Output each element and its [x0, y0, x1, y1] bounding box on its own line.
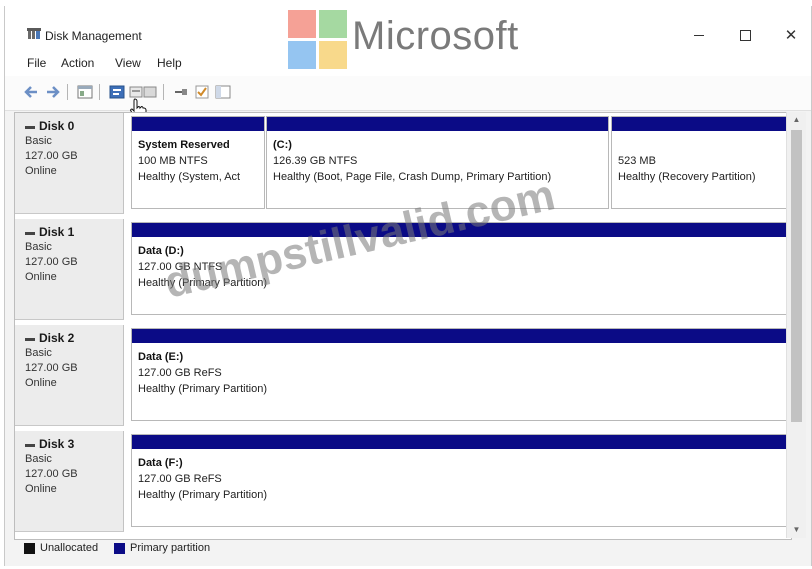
toolbar-separator [67, 84, 68, 100]
partition-name: Data (F:) [138, 457, 183, 469]
close-button[interactable]: ✕ [771, 20, 811, 50]
maximize-button[interactable] [725, 20, 765, 50]
disk-management-app-icon [27, 28, 41, 39]
disk-status: Online [25, 483, 57, 495]
partition-detail: 100 MB NTFS [138, 155, 208, 167]
partition-detail: 126.39 GB NTFS [273, 155, 358, 167]
partition-health: Healthy (Primary Partition) [138, 383, 267, 395]
menu-file[interactable]: File [27, 56, 46, 70]
scroll-up-icon[interactable]: ▲ [790, 114, 803, 126]
disk-status: Online [25, 377, 57, 389]
partition-detail: 523 MB [618, 155, 656, 167]
disk-size: 127.00 GB [25, 150, 78, 162]
disk-icon [25, 338, 35, 341]
toolbar-separator [99, 84, 100, 100]
unallocated-swatch [24, 543, 35, 554]
disk-size: 127.00 GB [25, 256, 78, 268]
maximize-icon [739, 29, 751, 41]
disk-icon [25, 232, 35, 235]
properties-icon[interactable] [109, 85, 125, 99]
partition-detail: 127.00 GB ReFS [138, 367, 222, 379]
disk-type: Basic [25, 347, 52, 359]
disk-size: 127.00 GB [25, 468, 78, 480]
menu-action[interactable]: Action [61, 56, 94, 70]
partition-health: Healthy (System, Act [138, 171, 241, 183]
check-icon[interactable] [195, 85, 209, 99]
disk-label[interactable]: Disk 2 Basic 127.00 GB Online [15, 325, 124, 426]
microsoft-watermark-text: Microsoft [352, 14, 519, 58]
partition-bar [267, 117, 608, 131]
primary-partition-swatch [114, 543, 125, 554]
menu-help[interactable]: Help [157, 56, 182, 70]
disk-status: Online [25, 271, 57, 283]
partition-bar [132, 329, 788, 343]
partition-name [618, 137, 785, 153]
microsoft-logo [288, 10, 347, 69]
partition-name: (C:) [273, 139, 292, 151]
toolbar-separator [163, 84, 164, 100]
partition[interactable]: Data (E:) 127.00 GB ReFS Healthy (Primar… [131, 328, 789, 421]
disk-label[interactable]: Disk 1 Basic 127.00 GB Online [15, 219, 124, 320]
legend: Unallocated Primary partition [14, 540, 790, 558]
scroll-down-icon[interactable]: ▼ [790, 524, 803, 536]
partition[interactable]: Data (F:) 127.00 GB ReFS Healthy (Primar… [131, 434, 789, 527]
partition-detail: 127.00 GB ReFS [138, 473, 222, 485]
back-icon[interactable] [23, 85, 39, 99]
scroll-thumb[interactable] [791, 130, 802, 422]
help-icon[interactable] [129, 85, 157, 99]
partition-bar [132, 117, 264, 131]
disk-name: Disk 0 [39, 119, 75, 133]
disk-size: 127.00 GB [25, 362, 78, 374]
minimize-button[interactable] [679, 20, 719, 50]
vertical-scrollbar[interactable]: ▲ ▼ [786, 112, 806, 538]
disk-icon [25, 126, 35, 129]
show-hide-tree-icon[interactable] [77, 85, 93, 99]
legend-unallocated: Unallocated [40, 542, 99, 554]
disk-name: Disk 2 [39, 331, 75, 345]
connect-icon[interactable] [173, 85, 189, 99]
disk-name: Disk 1 [39, 225, 75, 239]
partition-name: System Reserved [138, 139, 230, 151]
disk-row: Disk 0 Basic 127.00 GB Online System Res… [15, 113, 791, 214]
disk-row: Disk 3 Basic 127.00 GB Online Data (F:) … [15, 431, 791, 532]
legend-primary-partition: Primary partition [130, 542, 211, 554]
window-title: Disk Management [45, 29, 142, 43]
forward-icon[interactable] [45, 85, 61, 99]
disk-icon [25, 444, 35, 447]
partition-bar [132, 435, 788, 449]
disk-row: Disk 2 Basic 127.00 GB Online Data (E:) … [15, 325, 791, 426]
disk-type: Basic [25, 135, 52, 147]
disk-label[interactable]: Disk 0 Basic 127.00 GB Online [15, 113, 124, 214]
partition-health: Healthy (Recovery Partition) [618, 171, 756, 183]
partition-health: Healthy (Boot, Page File, Crash Dump, Pr… [273, 171, 552, 183]
partition-bar [612, 117, 788, 131]
disk-label[interactable]: Disk 3 Basic 127.00 GB Online [15, 431, 124, 532]
partition[interactable]: 523 MB Healthy (Recovery Partition) [611, 116, 789, 209]
layout-icon[interactable] [215, 85, 231, 99]
disk-type: Basic [25, 241, 52, 253]
minimize-icon [694, 34, 704, 36]
disk-name: Disk 3 [39, 437, 75, 451]
close-icon: ✕ [784, 27, 798, 44]
partition-name: Data (E:) [138, 351, 184, 363]
disk-graphical-view: Disk 0 Basic 127.00 GB Online System Res… [14, 112, 792, 540]
toolbar [5, 76, 811, 111]
partition-health: Healthy (Primary Partition) [138, 489, 267, 501]
disk-status: Online [25, 165, 57, 177]
partition[interactable]: System Reserved 100 MB NTFS Healthy (Sys… [131, 116, 265, 209]
menu-view[interactable]: View [115, 56, 141, 70]
disk-type: Basic [25, 453, 52, 465]
